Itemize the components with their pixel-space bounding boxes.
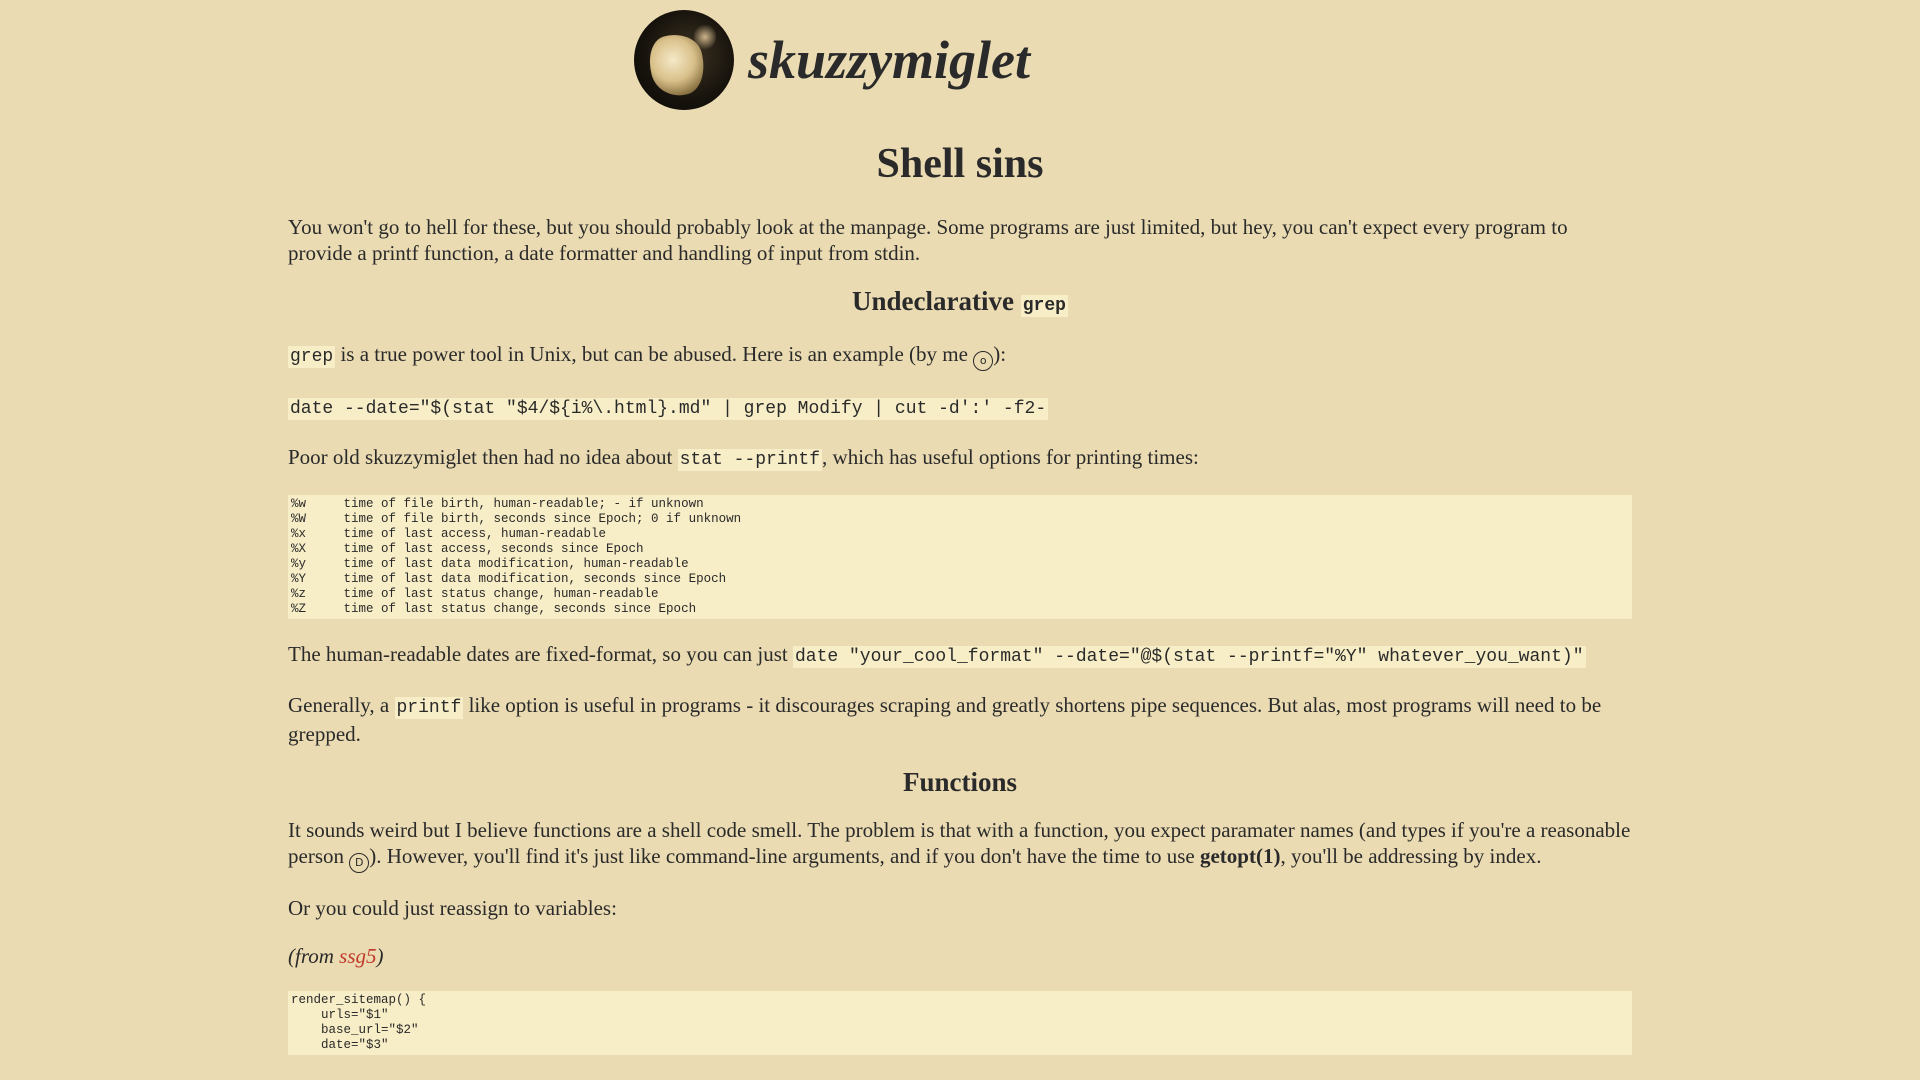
- section-heading-undeclarative-grep: Undeclarative grep: [852, 286, 1068, 317]
- stat-printf-paragraph: Poor old skuzzymiglet then had no idea a…: [288, 445, 1199, 471]
- surprised-face-icon: o: [973, 351, 994, 371]
- article-content: You won't go to hell for these, but you …: [288, 214, 1632, 1077]
- site-header[interactable]: skuzzymiglet: [634, 10, 1030, 110]
- grep-paragraph: grep is a true power tool in Unix, but c…: [288, 341, 1632, 371]
- grinning-face-icon: D: [349, 853, 370, 873]
- printf-paragraph: Generally, a printf like option is usefu…: [288, 693, 1602, 746]
- site-name[interactable]: skuzzymiglet: [748, 29, 1030, 91]
- reassign-paragraph: Or you could just reassign to variables:: [288, 896, 617, 920]
- intro-paragraph: You won't go to hell for these, but you …: [288, 215, 1568, 265]
- human-readable-paragraph: The human-readable dates are fixed-forma…: [288, 642, 1586, 668]
- command-example: date --date="$(stat "$4/${i%\.html}.md" …: [288, 398, 1049, 420]
- stat-format-code-block: %w time of file birth, human-readable; -…: [288, 495, 1632, 619]
- section-heading-functions: Functions: [902, 767, 1018, 797]
- functions-paragraph: It sounds weird but I believe functions …: [288, 817, 1632, 873]
- render-sitemap-code-block: render_sitemap() { urls="$1" base_url="$…: [288, 991, 1632, 1055]
- site-logo[interactable]: [634, 10, 734, 110]
- page-title: Shell sins: [876, 141, 1044, 187]
- source-attribution: (from ssg5): [288, 944, 384, 968]
- ssg5-link[interactable]: ssg5: [339, 944, 376, 968]
